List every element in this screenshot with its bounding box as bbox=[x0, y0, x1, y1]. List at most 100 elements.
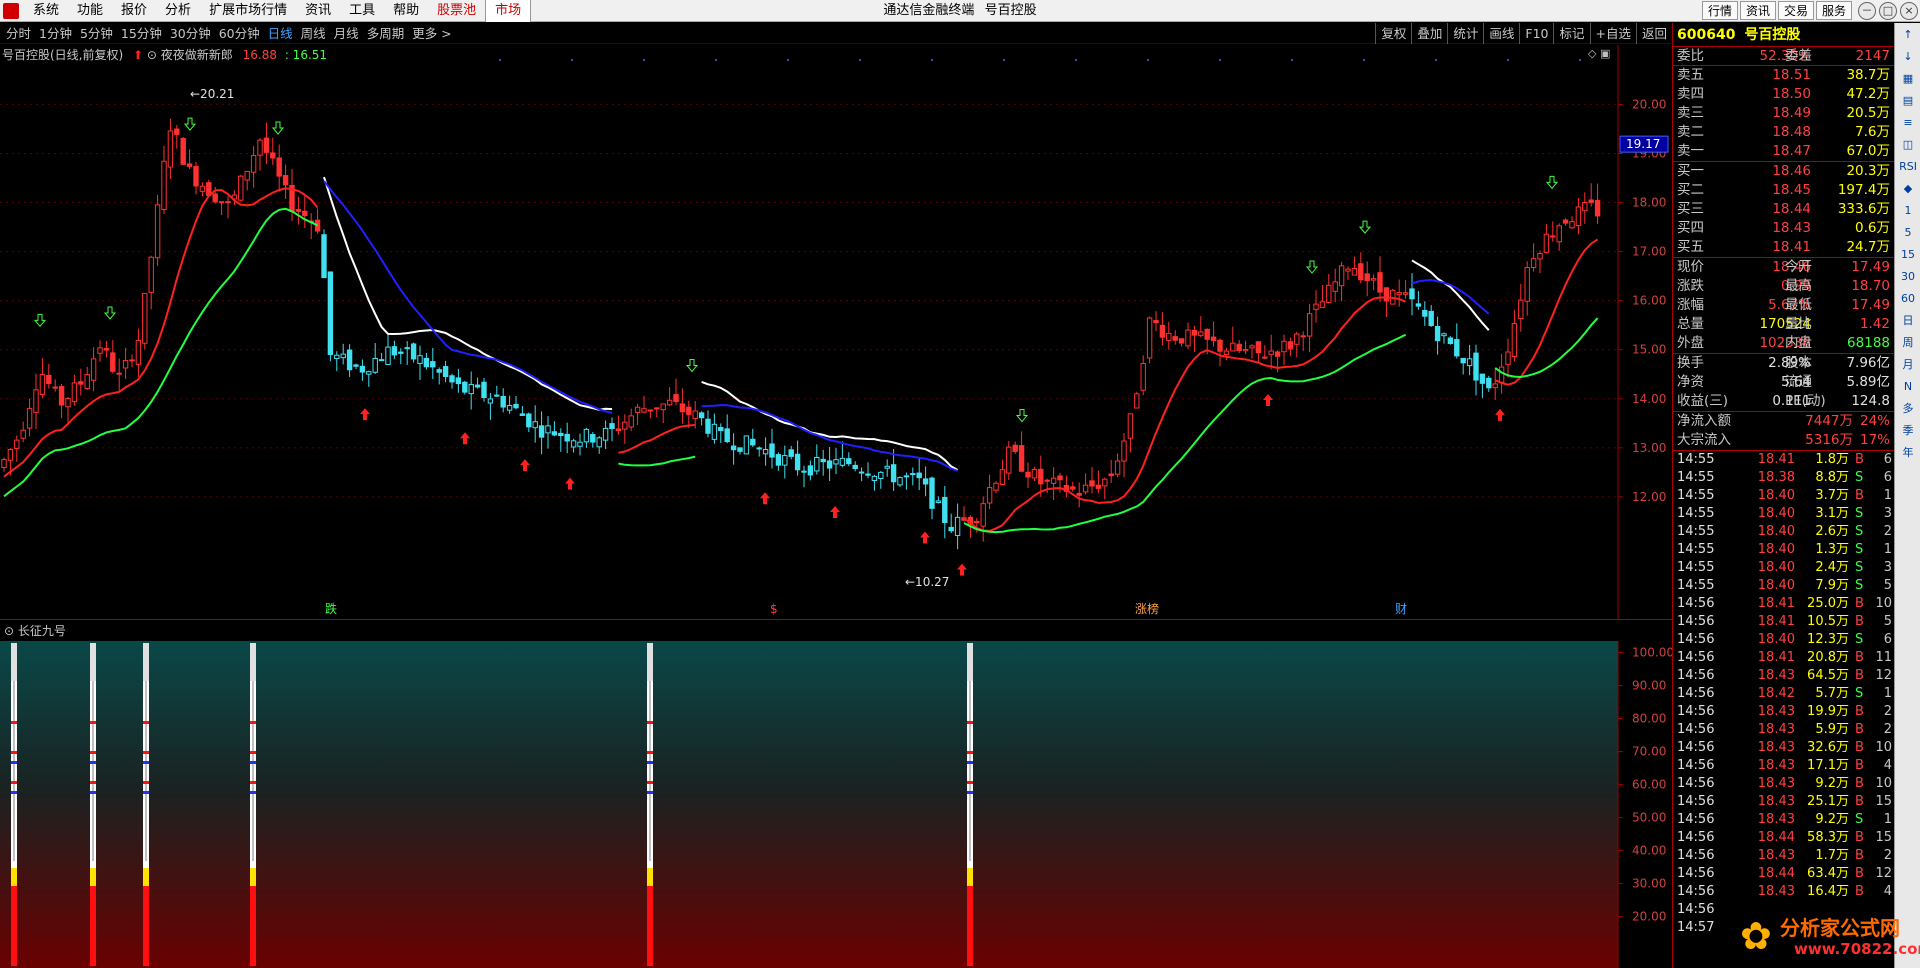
tool-button-5[interactable]: 标记 bbox=[1553, 23, 1589, 44]
strip-tool-icon-5[interactable]: ◫ bbox=[1898, 135, 1918, 155]
strip-tool-icon-17[interactable]: 多 bbox=[1898, 399, 1918, 419]
quote-button[interactable]: 行情 bbox=[1701, 1, 1738, 20]
candle bbox=[833, 447, 839, 475]
strip-tool-icon-11[interactable]: 30 bbox=[1898, 267, 1918, 287]
candle bbox=[602, 420, 609, 450]
kline-canvas[interactable]: 20.0019.0018.0017.0016.0015.0014.0013.00… bbox=[0, 45, 1672, 620]
period-tab-0[interactable]: 分时 bbox=[2, 23, 35, 44]
period-tab-1[interactable]: 1分钟 bbox=[35, 23, 76, 44]
menu-news[interactable]: 资讯 bbox=[296, 0, 340, 22]
event-marker[interactable]: 涨榜 bbox=[1135, 601, 1159, 616]
menu-function[interactable]: 功能 bbox=[68, 0, 112, 22]
tool-button-0[interactable]: 复权 bbox=[1375, 23, 1411, 44]
menu-market[interactable]: 市场 bbox=[485, 0, 532, 22]
period-tab-7[interactable]: 周线 bbox=[297, 23, 330, 44]
sub-indicator-name[interactable]: 长征九号 bbox=[18, 624, 66, 638]
tick-time: 14:56 bbox=[1677, 740, 1715, 755]
trade-button[interactable]: 交易 bbox=[1777, 1, 1814, 20]
event-marker[interactable]: 财 bbox=[1395, 602, 1407, 616]
period-tab-8[interactable]: 月线 bbox=[330, 23, 363, 44]
bid-row: 买三 18.44 333.6万 bbox=[1673, 200, 1894, 219]
sub-indicator-canvas[interactable]: 100.00 90.00 80.00 70.00 60.00 50.00 40.00 30.0… bbox=[0, 641, 1672, 968]
strip-tool-icon-7[interactable]: ◆ bbox=[1898, 179, 1918, 199]
tick-volume: 2.6万 bbox=[1815, 524, 1849, 539]
maximize-icon[interactable]: □ bbox=[1879, 2, 1897, 20]
tick-row: 14:55 18.41 1.8万 B 6 bbox=[1673, 451, 1894, 469]
minimize-icon[interactable]: － bbox=[1858, 2, 1876, 20]
tick-volume: 16.4万 bbox=[1807, 884, 1849, 899]
price-axis-label: 20.00 bbox=[1632, 97, 1666, 111]
candle bbox=[135, 328, 142, 377]
strip-tool-icon-4[interactable]: ≡ bbox=[1898, 113, 1918, 133]
candle bbox=[1262, 345, 1268, 360]
candle bbox=[1108, 459, 1114, 483]
tick-time: 14:56 bbox=[1677, 866, 1715, 881]
strip-tool-icon-13[interactable]: 日 bbox=[1898, 311, 1918, 331]
strip-tool-icon-12[interactable]: 60 bbox=[1898, 289, 1918, 309]
candle bbox=[782, 445, 788, 479]
news-button[interactable]: 资讯 bbox=[1739, 1, 1776, 20]
strip-tool-icon-1[interactable]: ↓ bbox=[1898, 47, 1918, 67]
candle bbox=[52, 379, 58, 392]
candle bbox=[698, 411, 705, 426]
menu-system[interactable]: 系统 bbox=[24, 0, 68, 22]
strip-tool-icon-6[interactable]: RSI bbox=[1898, 157, 1918, 177]
strip-tool-icon-14[interactable]: 周 bbox=[1898, 333, 1918, 353]
candle bbox=[1409, 273, 1415, 316]
tool-button-3[interactable]: 画线 bbox=[1483, 23, 1519, 44]
indicator-name[interactable]: 夜夜做新新郎 bbox=[161, 48, 233, 62]
tool-button-2[interactable]: 统计 bbox=[1447, 23, 1483, 44]
tick-price: 18.41 bbox=[1757, 614, 1795, 629]
period-tab-4[interactable]: 30分钟 bbox=[166, 23, 215, 44]
kline-chart[interactable]: 号百控股(日线,前复权) ⬆ ⊙ 夜夜做新新郎 16.88 : 16.51 20… bbox=[0, 45, 1672, 620]
strip-tool-icon-9[interactable]: 5 bbox=[1898, 223, 1918, 243]
event-marker[interactable]: 跌 bbox=[325, 601, 337, 616]
period-tab-5[interactable]: 60分钟 bbox=[215, 23, 264, 44]
bid-row-value: 20.3万 bbox=[1846, 163, 1890, 179]
stat-row-label: 外盘 bbox=[1677, 335, 1704, 351]
period-tab-6[interactable]: 日线 bbox=[264, 23, 297, 44]
period-tab-10[interactable]: 更多 > bbox=[408, 23, 455, 44]
indicator-menu-icon[interactable]: ⊙ bbox=[147, 48, 157, 62]
strip-tool-icon-8[interactable]: 1 bbox=[1898, 201, 1918, 221]
candle bbox=[1543, 224, 1550, 254]
strip-tool-icon-15[interactable]: 月 bbox=[1898, 355, 1918, 375]
tick-price: 18.40 bbox=[1757, 488, 1795, 503]
period-tab-2[interactable]: 5分钟 bbox=[76, 23, 117, 44]
menu-tools[interactable]: 工具 bbox=[340, 0, 384, 22]
candle bbox=[494, 385, 500, 397]
menu-stock-pool[interactable]: 股票池 bbox=[428, 0, 485, 22]
period-tab-3[interactable]: 15分钟 bbox=[117, 23, 166, 44]
close-icon[interactable]: × bbox=[1900, 2, 1918, 20]
candle bbox=[1454, 323, 1460, 359]
tick-list[interactable]: 14:55 18.41 1.8万 B 6 14:55 18.38 8.8万 S 6 14:55 18.… bbox=[1673, 451, 1894, 937]
sub-indicator-chart[interactable]: ⊙ 长征九号 100.00 90.00 80.00 70.00 60.00 50.00 40… bbox=[0, 621, 1672, 968]
strip-tool-icon-19[interactable]: 年 bbox=[1898, 443, 1918, 463]
chart-stock-label: 号百控股(日线,前复权) bbox=[2, 48, 124, 62]
menu-extended-market[interactable]: 扩展市场行情 bbox=[200, 0, 296, 22]
candle bbox=[807, 460, 814, 481]
service-button[interactable]: 服务 bbox=[1815, 1, 1852, 20]
candle bbox=[84, 366, 90, 391]
period-tab-9[interactable]: 多周期 bbox=[363, 23, 409, 44]
event-marker[interactable]: $ bbox=[770, 602, 778, 616]
chart-corner-icons[interactable]: ◇ ▣ bbox=[1588, 47, 1610, 60]
menu-help[interactable]: 帮助 bbox=[384, 0, 428, 22]
strip-tool-icon-10[interactable]: 15 bbox=[1898, 245, 1918, 265]
candle bbox=[193, 161, 199, 195]
strip-tool-icon-0[interactable]: ↑ bbox=[1898, 25, 1918, 45]
strip-tool-icon-18[interactable]: 季 bbox=[1898, 421, 1918, 441]
fund-row-label: 换手 bbox=[1677, 355, 1704, 371]
strip-tool-icon-16[interactable]: N bbox=[1898, 377, 1918, 397]
tool-button-1[interactable]: 叠加 bbox=[1411, 23, 1447, 44]
low-price-label: ←10.27 bbox=[905, 575, 949, 589]
tool-button-4[interactable]: F10 bbox=[1519, 23, 1553, 44]
tick-price: 18.40 bbox=[1757, 632, 1795, 647]
tool-button-6[interactable]: +自选 bbox=[1589, 23, 1636, 44]
strip-tool-icon-3[interactable]: ▤ bbox=[1898, 91, 1918, 111]
menu-quote[interactable]: 报价 bbox=[112, 0, 156, 22]
sub-menu-icon[interactable]: ⊙ bbox=[4, 624, 14, 638]
menu-analysis[interactable]: 分析 bbox=[156, 0, 200, 22]
strip-tool-icon-2[interactable]: ▦ bbox=[1898, 69, 1918, 89]
tool-button-7[interactable]: 返回 bbox=[1635, 23, 1672, 44]
